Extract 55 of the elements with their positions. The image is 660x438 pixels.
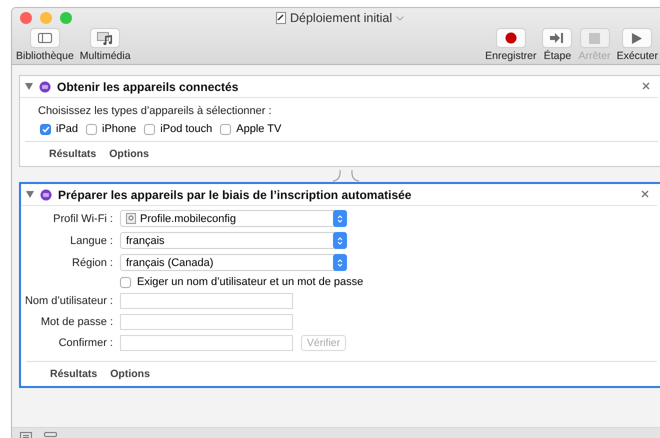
toolbar-button[interactable]: Exécuter <box>616 28 659 62</box>
document-icon <box>276 12 286 24</box>
footer-tab[interactable]: Résultats <box>49 148 96 160</box>
field-label: Profil Wi-Fi : <box>52 212 113 224</box>
window-title: Déploiement initial <box>290 11 392 25</box>
action-title: Obtenir les appareils connectés <box>57 80 238 94</box>
step-icon <box>550 33 564 43</box>
checkbox[interactable] <box>144 124 156 134</box>
input-field[interactable] <box>120 314 293 330</box>
automator-icon <box>40 188 52 200</box>
stepper-icon <box>337 214 343 224</box>
field-label: Confirmer : <box>58 337 113 349</box>
footer-tab[interactable]: Options <box>109 148 149 160</box>
checkbox[interactable] <box>40 124 51 134</box>
chevron-down-icon[interactable] <box>396 16 404 20</box>
footer-tab[interactable]: Résultats <box>50 368 98 380</box>
play-icon <box>632 32 642 44</box>
checkbox-option[interactable]: Exiger un nom d’utilisateur et un mot de passe <box>120 276 660 288</box>
action-card[interactable] <box>19 182 660 388</box>
field-label: Langue : <box>69 234 113 246</box>
stepper-icon <box>337 236 343 246</box>
sidebar-icon <box>38 33 52 43</box>
field-label: Mot de passe : <box>40 316 113 328</box>
disclosure-icon[interactable] <box>26 191 34 198</box>
stop-icon <box>589 32 600 44</box>
checkbox[interactable] <box>86 124 98 134</box>
popup-menu[interactable]: français <box>120 232 347 249</box>
checkbox-option[interactable]: Apple TV <box>220 123 282 135</box>
toolbar-button[interactable]: Multimédia <box>78 28 132 62</box>
input-field[interactable] <box>120 293 293 309</box>
close-button[interactable] <box>20 12 32 24</box>
checkbox-option[interactable]: iPod touch <box>144 123 212 135</box>
popup-menu[interactable]: Profile.mobileconfig <box>120 210 347 227</box>
footer-tab[interactable]: Options <box>110 368 150 380</box>
disclosure-icon[interactable] <box>25 83 33 90</box>
input-field[interactable] <box>120 335 293 351</box>
connector-icon <box>331 169 361 182</box>
checkbox[interactable] <box>220 124 232 134</box>
record-icon <box>504 32 517 44</box>
action-card[interactable]: Obtenir les appareils connectés Choisissez les types d’appareils à sélectionner : iPad iPhone iPod touch Apple TV Résultats Options <box>19 75 660 167</box>
field-label: Région : <box>71 256 113 268</box>
music-note-icon <box>97 32 114 44</box>
field-label: Nom d’utilisateur : <box>24 295 113 307</box>
automator-icon <box>39 80 51 92</box>
checkbox-option[interactable]: iPhone <box>86 123 136 135</box>
zoom-button[interactable] <box>60 12 72 24</box>
prompt-text: Choisissez les types d’appareils à sélectionner : <box>38 105 273 117</box>
checkbox[interactable] <box>120 276 131 288</box>
checkbox-option[interactable]: iPad <box>40 123 78 135</box>
toolbar-button[interactable]: Bibliothèque <box>15 28 75 62</box>
popup-menu[interactable]: français (Canada) <box>120 254 347 271</box>
toolbar-button[interactable]: Enregistrer <box>484 28 538 62</box>
stepper-icon <box>337 258 343 268</box>
minimize-button[interactable] <box>40 12 52 24</box>
action-title: Préparer les appareils par le biais de l’inscription automatisée <box>58 188 412 202</box>
